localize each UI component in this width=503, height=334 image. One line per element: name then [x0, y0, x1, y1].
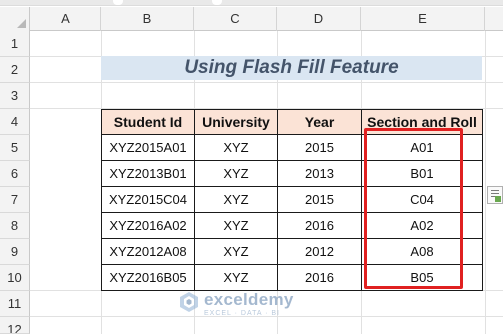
icon-line — [491, 193, 499, 194]
cell-year[interactable]: 2016 — [277, 212, 362, 239]
grid-line — [485, 31, 486, 334]
column-header-bar: A B C D E — [0, 7, 503, 31]
cell-year[interactable]: 2015 — [277, 134, 362, 161]
watermark-name: exceldemy — [204, 290, 294, 309]
cell-student-id[interactable]: XYZ2016B05 — [101, 264, 195, 291]
row-header-3[interactable]: 3 — [0, 83, 30, 109]
row-header-9[interactable]: 9 — [0, 239, 30, 265]
watermark-tagline: EXCEL · DATA · BI — [204, 310, 280, 317]
column-header-b[interactable]: B — [101, 7, 194, 31]
cell-student-id[interactable]: XYZ2016A02 — [101, 212, 195, 239]
cell-student-id[interactable]: XYZ2015A01 — [101, 134, 195, 161]
row-header-6[interactable]: 6 — [0, 161, 30, 187]
cell-year[interactable]: 2016 — [277, 264, 362, 291]
row-header-5[interactable]: 5 — [0, 135, 30, 161]
cell-year[interactable]: 2013 — [277, 160, 362, 187]
select-all-button[interactable] — [0, 7, 30, 31]
cell-student-id[interactable]: XYZ2012A08 — [101, 238, 195, 265]
ribbon-edge — [0, 0, 503, 6]
select-all-triangle-icon — [17, 19, 26, 28]
row-header-7[interactable]: 7 — [0, 187, 30, 213]
column-header-d[interactable]: D — [277, 7, 361, 31]
flash-fill-options-icon[interactable] — [487, 186, 503, 204]
column-header-c[interactable]: C — [194, 7, 277, 31]
highlight-rectangle — [364, 128, 463, 289]
cell-university[interactable]: XYZ — [194, 264, 278, 291]
row-header-2[interactable]: 2 — [0, 57, 30, 83]
sheet-title[interactable]: Using Flash Fill Feature — [101, 56, 482, 80]
column-header-e[interactable]: E — [361, 7, 485, 31]
cell-year[interactable]: 2015 — [277, 186, 362, 213]
cell-university[interactable]: XYZ — [194, 160, 278, 187]
icon-line — [491, 190, 499, 191]
header-university[interactable]: University — [194, 109, 278, 135]
column-header-a[interactable]: A — [31, 7, 101, 31]
row-header-8[interactable]: 8 — [0, 213, 30, 239]
exceldemy-logo-icon — [180, 292, 198, 312]
cell-student-id[interactable]: XYZ2013B01 — [101, 160, 195, 187]
row-header-4[interactable]: 4 — [0, 109, 30, 135]
row-header-10[interactable]: 10 — [0, 265, 30, 291]
icon-lightning-square — [495, 196, 501, 202]
header-year[interactable]: Year — [277, 109, 362, 135]
row-header-1[interactable]: 1 — [0, 31, 30, 57]
cell-university[interactable]: XYZ — [194, 134, 278, 161]
row-header-11[interactable]: 11 — [0, 291, 30, 317]
ribbon-notch — [212, 0, 222, 5]
ribbon-notch — [113, 0, 123, 5]
cell-year[interactable]: 2012 — [277, 238, 362, 265]
header-student-id[interactable]: Student Id — [101, 109, 195, 135]
row-header-12[interactable]: 12 — [0, 317, 30, 334]
grid-line — [30, 82, 503, 83]
cell-student-id[interactable]: XYZ2015C04 — [101, 186, 195, 213]
cell-university[interactable]: XYZ — [194, 186, 278, 213]
cell-university[interactable]: XYZ — [194, 238, 278, 265]
cell-university[interactable]: XYZ — [194, 212, 278, 239]
